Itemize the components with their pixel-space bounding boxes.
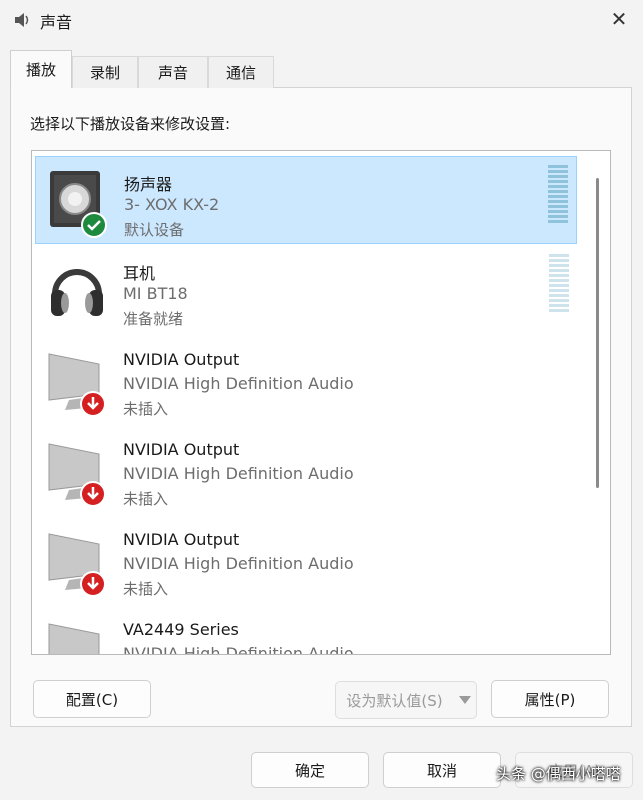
default-check-icon [81, 212, 107, 238]
instruction-text: 选择以下播放设备来修改设置: [30, 115, 231, 133]
unplugged-icon [80, 391, 106, 417]
device-list[interactable]: 扬声器 3- XOX KX-2 默认设备 耳机 MI BT18 准备就绪 NVI… [31, 150, 611, 655]
device-item-nvidia-output-3[interactable]: NVIDIA Output NVIDIA High Definition Aud… [35, 516, 577, 604]
device-name: NVIDIA Output [123, 350, 240, 369]
device-status: 未插入 [123, 400, 169, 418]
device-name: NVIDIA Output [123, 440, 240, 459]
tab-playback[interactable]: 播放 [10, 50, 72, 88]
device-status: 准备就绪 [123, 310, 184, 328]
tab-recording[interactable]: 录制 [72, 56, 138, 88]
device-description: 3- XOX KX-2 [124, 195, 220, 214]
device-name: NVIDIA Output [123, 530, 240, 549]
device-description: NVIDIA High Definition Audio [123, 554, 354, 573]
device-item-headphones[interactable]: 耳机 MI BT18 准备就绪 [35, 246, 577, 334]
ok-button[interactable]: 确定 [251, 752, 369, 788]
unplugged-icon [80, 571, 106, 597]
device-status: 未插入 [123, 580, 169, 598]
device-description: MI BT18 [123, 284, 188, 303]
tab-sounds[interactable]: 声音 [138, 56, 208, 88]
speaker-app-icon [15, 13, 29, 27]
configure-button[interactable]: 配置(C) [33, 680, 151, 718]
device-name: 耳机 [123, 264, 156, 283]
close-icon: ✕ [610, 7, 628, 31]
device-item-speaker[interactable]: 扬声器 3- XOX KX-2 默认设备 [35, 156, 577, 244]
device-item-nvidia-output-2[interactable]: NVIDIA Output NVIDIA High Definition Aud… [35, 426, 577, 514]
cancel-button[interactable]: 取消 [383, 752, 501, 788]
device-item-va2449[interactable]: VA2449 Series NVIDIA High Definition Aud… [35, 606, 577, 655]
device-name: 扬声器 [124, 175, 173, 194]
device-name: VA2449 Series [123, 620, 239, 639]
device-description: NVIDIA High Definition Audio [123, 644, 354, 655]
close-button[interactable]: ✕ [599, 2, 639, 36]
device-status: 未插入 [123, 490, 169, 508]
device-description: NVIDIA High Definition Audio [123, 464, 354, 483]
unplugged-icon [80, 481, 106, 507]
watermark: 头条 @偶西小嗒嗒 [496, 765, 621, 783]
device-description: NVIDIA High Definition Audio [123, 374, 354, 393]
headphones-icon [51, 269, 103, 316]
device-item-nvidia-output-1[interactable]: NVIDIA Output NVIDIA High Definition Aud… [35, 336, 577, 424]
tab-communications[interactable]: 通信 [208, 56, 274, 88]
volume-level-meter [548, 165, 568, 223]
set-default-button: 设为默认值(S) [335, 681, 454, 719]
title-bar: 声音 ✕ [0, 0, 643, 40]
list-scrollbar[interactable] [596, 178, 599, 488]
chevron-down-icon [458, 696, 471, 704]
volume-level-meter [549, 254, 569, 312]
properties-button[interactable]: 属性(P) [491, 680, 609, 718]
set-default-dropdown [453, 681, 477, 719]
monitor-icon [48, 623, 100, 654]
device-status: 默认设备 [124, 221, 185, 239]
window-title: 声音 [40, 13, 73, 32]
